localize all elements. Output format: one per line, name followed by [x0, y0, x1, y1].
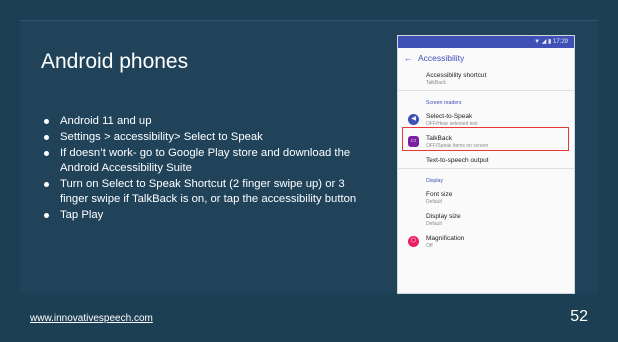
select-to-speak-highlight-box: [402, 127, 569, 151]
bullet-item: Android 11 and up: [44, 114, 364, 129]
app-bar-title: Accessibility: [418, 53, 465, 63]
bullet-list: Android 11 and up Settings > accessibili…: [44, 114, 364, 224]
app-bar: ← Accessibility: [398, 48, 574, 68]
status-bar: ▼ ◢ ▮ 17:29: [398, 36, 574, 48]
item-title: Magnification: [426, 235, 465, 242]
phone-screenshot: ▼ ◢ ▮ 17:29 ← Accessibility Accessibilit…: [398, 36, 574, 293]
bullet-item: If doesn’t work- go to Google Play store…: [44, 146, 364, 176]
list-item-font-size[interactable]: Font size Default: [398, 187, 574, 209]
item-subtitle: Off: [426, 243, 433, 249]
section-header-display: Display: [398, 168, 574, 187]
website-link[interactable]: www.innovativespeech.com: [30, 313, 153, 324]
item-subtitle: TalkBack: [426, 80, 447, 86]
slide-title: Android phones: [41, 50, 189, 73]
magnification-icon: ⬡: [408, 236, 419, 247]
slide: Android phones Android 11 and up Setting…: [0, 0, 618, 342]
list-item-accessibility-shortcut[interactable]: Accessibility shortcut TalkBack: [398, 68, 574, 90]
item-title: Select-to-Speak: [426, 113, 473, 120]
item-title: Text-to-speech output: [426, 157, 489, 164]
bullet-item: Settings > accessibility> Select to Spea…: [44, 130, 364, 145]
page-number: 52: [570, 308, 588, 325]
speaker-icon: ◀: [408, 114, 419, 125]
bullet-item: Turn on Select to Speak Shortcut (2 fing…: [44, 177, 364, 207]
item-subtitle: Default: [426, 221, 442, 227]
arrow-back-icon[interactable]: ←: [398, 53, 418, 63]
list-item-tts-output[interactable]: Text-to-speech output: [398, 153, 574, 168]
list-item-display-size[interactable]: Display size Default: [398, 209, 574, 231]
item-title: Font size: [426, 191, 453, 198]
item-title: Display size: [426, 213, 461, 220]
bullet-item: Tap Play: [44, 208, 364, 223]
item-subtitle: Default: [426, 199, 442, 205]
list-item-magnification[interactable]: ⬡ Magnification Off: [398, 231, 574, 253]
section-header-screen-readers: Screen readers: [398, 90, 574, 109]
item-title: Accessibility shortcut: [426, 72, 487, 79]
